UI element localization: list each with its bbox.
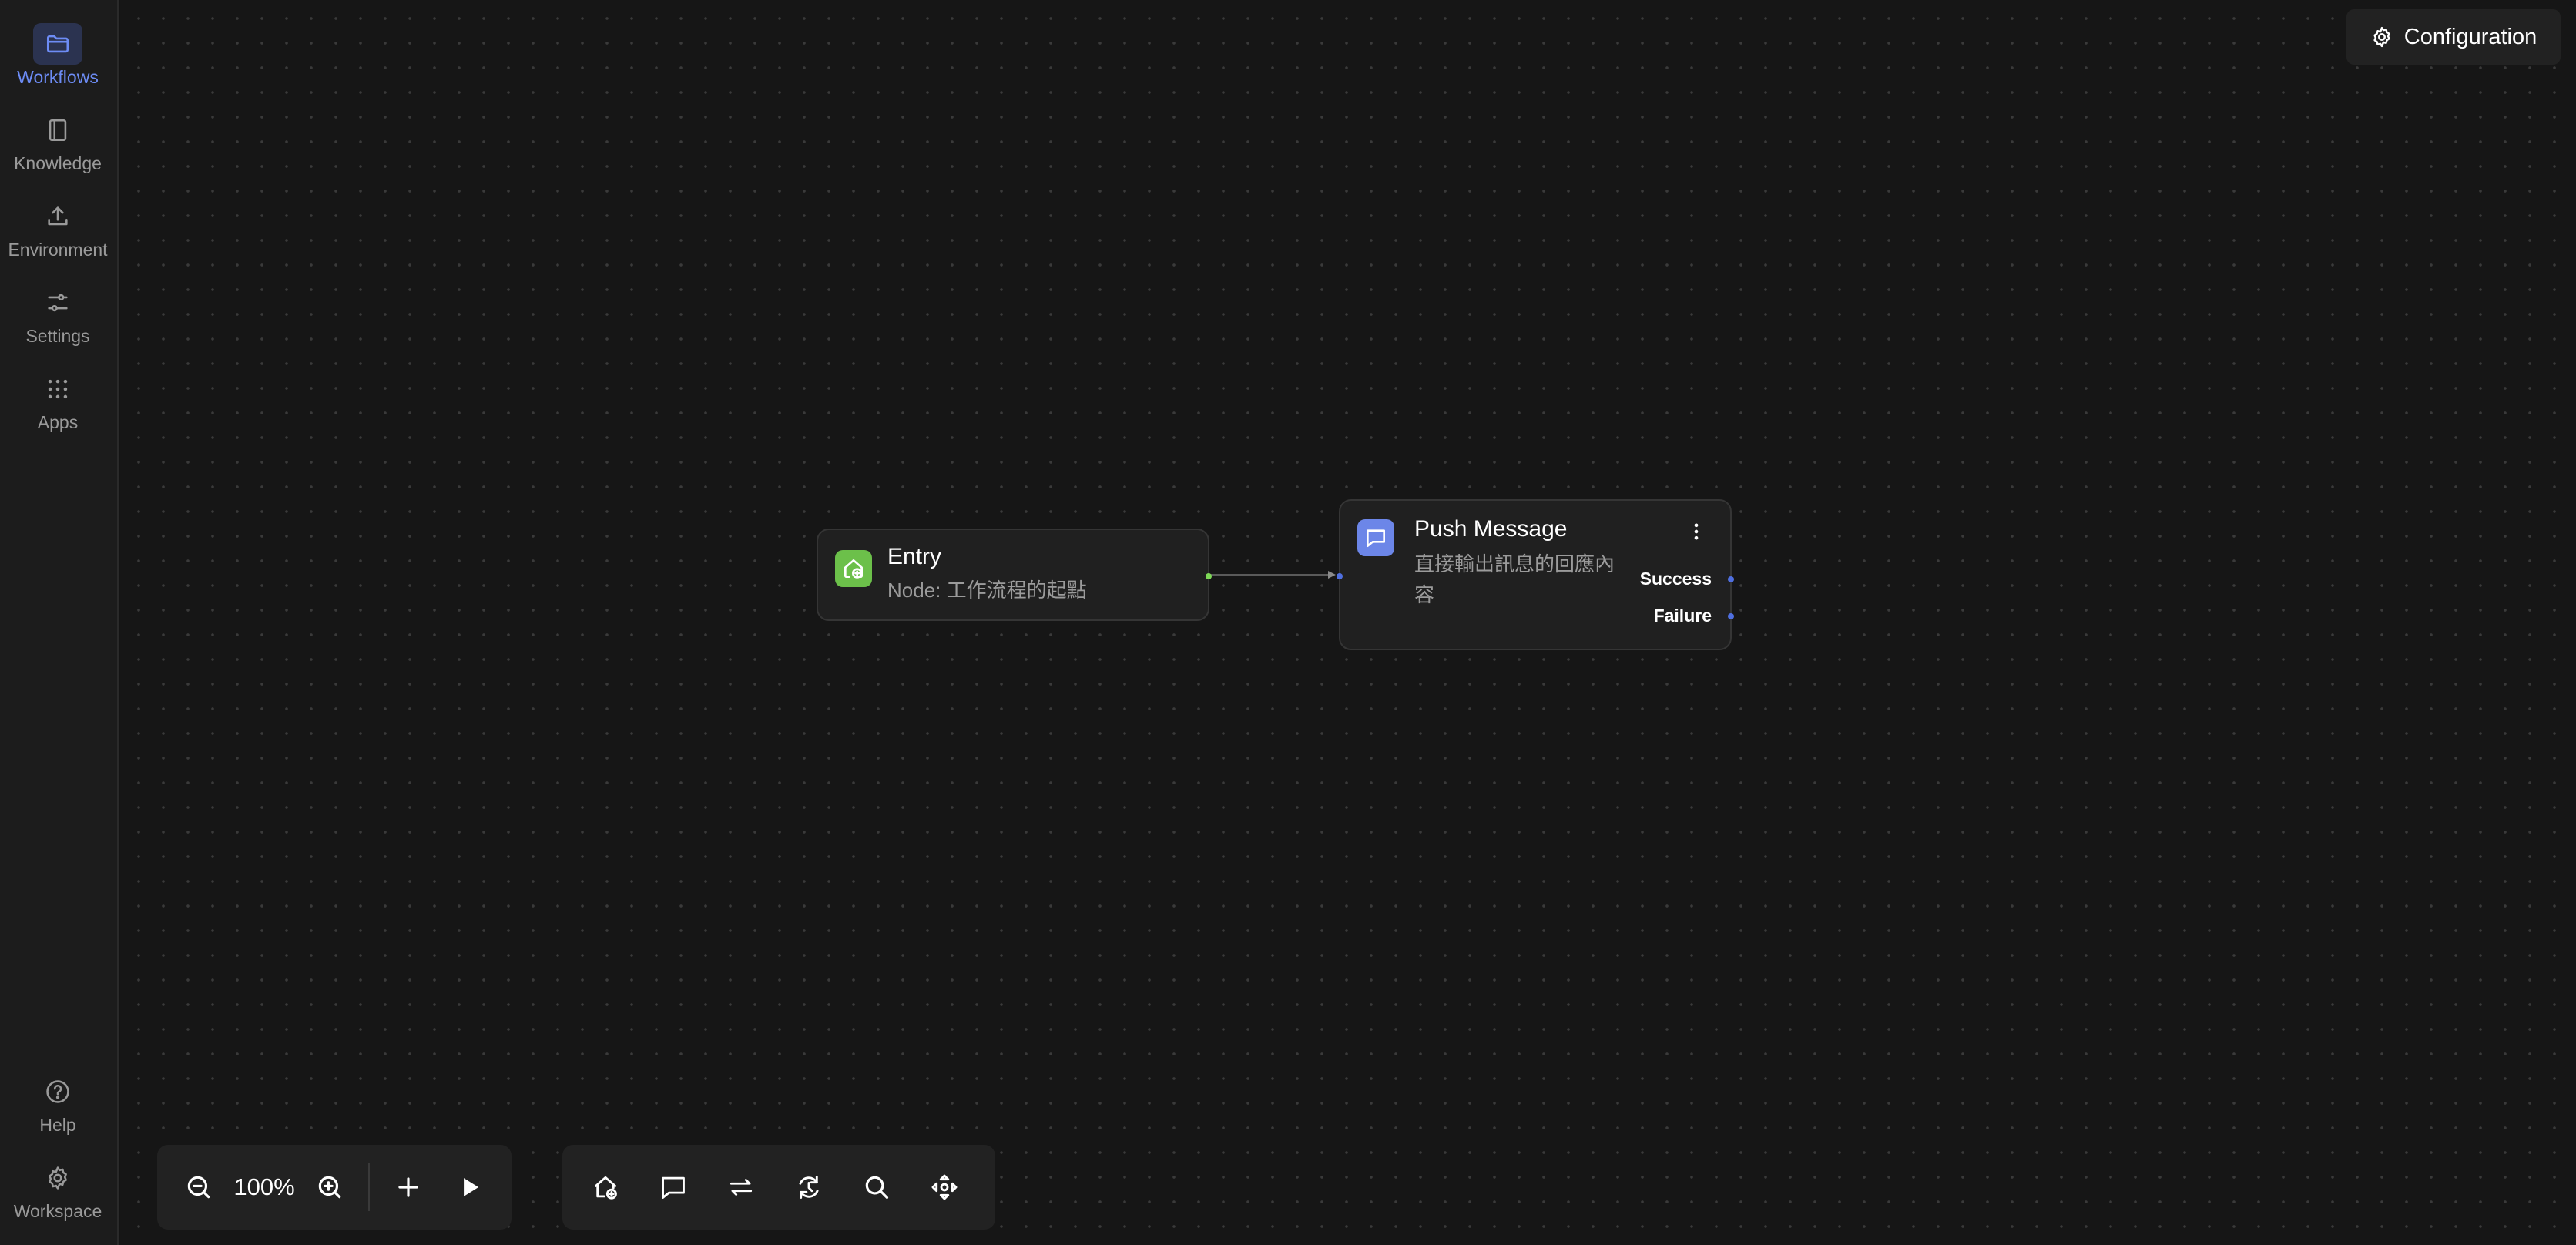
sidebar-item-label: Settings <box>25 326 90 346</box>
message-square-icon <box>1357 519 1394 556</box>
sidebar-item-help[interactable]: Help <box>0 1068 116 1148</box>
run-button[interactable] <box>439 1156 501 1218</box>
gear-icon <box>33 1157 82 1199</box>
sidebar-item-label: Workflows <box>17 67 99 87</box>
entry-node[interactable]: Entry Node: 工作流程的起點 <box>817 529 1212 621</box>
sidebar-item-label: Knowledge <box>14 153 102 173</box>
message-square-icon <box>662 1176 685 1199</box>
workflow-canvas[interactable]: Configuration Entry Node: 工作流程的起點 Push M… <box>120 0 2576 1245</box>
add-transform-node-button[interactable] <box>710 1156 772 1218</box>
sidebar-item-label: Help <box>39 1115 76 1135</box>
more-vertical-icon[interactable] <box>1685 518 1707 545</box>
node-title: Entry <box>887 544 942 569</box>
port-label-success: Success <box>1639 569 1712 589</box>
port-label-failure: Failure <box>1653 606 1712 626</box>
search-icon <box>865 1176 889 1200</box>
upload-icon <box>33 196 82 237</box>
node-title: Push Message <box>1414 516 1568 542</box>
add-message-node-button[interactable] <box>642 1156 704 1218</box>
add-entry-node-button[interactable] <box>575 1156 636 1218</box>
folder-icon <box>33 23 82 65</box>
node-description: 直接輸出訊息的回應內容 <box>1414 552 1615 606</box>
home-plus-icon <box>835 550 872 587</box>
sidebar-item-workspace[interactable]: Workspace <box>0 1154 116 1234</box>
toolbar-divider <box>368 1163 370 1211</box>
gear-icon <box>2370 25 2393 49</box>
success-output-handle[interactable] <box>1728 576 1734 582</box>
sidebar-item-label: Environment <box>8 240 108 260</box>
configuration-button[interactable]: Configuration <box>2346 9 2561 65</box>
configuration-label: Configuration <box>2403 24 2537 49</box>
sidebar-item-environment[interactable]: Environment <box>0 193 116 273</box>
refresh-cycle-icon <box>799 1176 819 1199</box>
search-node-button[interactable] <box>846 1156 907 1218</box>
sidebar-item-label: Workspace <box>13 1201 102 1221</box>
node-tools-toolbar <box>562 1145 995 1230</box>
help-circle-icon <box>33 1071 82 1112</box>
push-message-node[interactable]: Push Message 直接輸出訊息的回應內容 Success Failure <box>1337 499 1734 650</box>
arrows-exchange-icon <box>730 1179 753 1196</box>
sidebar: Workflows Knowledge Environment Settings… <box>0 0 119 1245</box>
zoom-toolbar: 100% <box>157 1145 512 1230</box>
add-loop-node-button[interactable] <box>778 1156 840 1218</box>
play-icon <box>464 1178 479 1196</box>
zoom-in-icon <box>318 1176 341 1199</box>
book-icon <box>33 109 82 151</box>
zoom-in-button[interactable] <box>299 1156 361 1218</box>
sidebar-item-settings[interactable]: Settings <box>0 279 116 359</box>
sidebar-item-apps[interactable]: Apps <box>0 365 116 445</box>
add-node-button[interactable] <box>377 1156 439 1218</box>
fit-view-button[interactable] <box>914 1156 975 1218</box>
home-plus-icon <box>594 1176 617 1200</box>
zoom-out-icon <box>187 1176 210 1199</box>
sidebar-item-label: Apps <box>37 412 79 432</box>
move-arrows-icon <box>931 1174 958 1200</box>
zoom-level: 100% <box>233 1173 295 1200</box>
sliders-icon <box>33 282 82 324</box>
node-description: Node: 工作流程的起點 <box>887 579 1087 602</box>
zoom-out-button[interactable] <box>168 1156 230 1218</box>
push-message-input-handle[interactable] <box>1337 573 1343 579</box>
sidebar-item-workflows[interactable]: Workflows <box>0 20 116 100</box>
failure-output-handle[interactable] <box>1728 613 1734 619</box>
plus-icon <box>398 1177 418 1197</box>
sidebar-item-knowledge[interactable]: Knowledge <box>0 106 116 186</box>
grid-icon <box>33 368 82 410</box>
entry-output-handle[interactable] <box>1206 573 1212 579</box>
